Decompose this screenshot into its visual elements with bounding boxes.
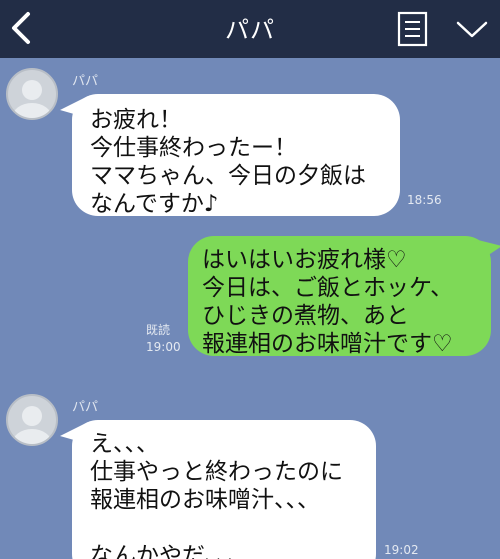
- message-bubble[interactable]: え、、、 仕事やっと終わったのに 報連相のお味噌汁、、、 なんかやだ、、、: [72, 420, 376, 559]
- menu-button[interactable]: [396, 11, 430, 47]
- chevron-down-icon: [456, 21, 488, 38]
- sender-name: パパ: [72, 74, 99, 89]
- message-bubble[interactable]: はいはいお疲れ様♡ 今日は、ご飯とホッケ、 ひじきの煮物、あと 報連相のお味噌汁…: [188, 236, 491, 357]
- avatar[interactable]: [6, 394, 58, 446]
- read-receipt: 既読: [146, 323, 171, 337]
- more-button[interactable]: [452, 14, 492, 44]
- message-time: 18:56: [407, 193, 442, 207]
- chat-header: パパ: [0, 0, 500, 58]
- message-bubble[interactable]: お疲れ！ 今仕事終わったー！ ママちゃん、今日の夕飯は なんですか♪: [72, 94, 400, 217]
- default-user-icon: [12, 406, 52, 444]
- message-time: 19:02: [384, 543, 419, 557]
- list-icon: [397, 11, 428, 47]
- avatar[interactable]: [6, 68, 58, 120]
- message-time: 19:00: [146, 340, 181, 354]
- default-user-icon: [12, 80, 52, 118]
- sender-name: パパ: [72, 400, 99, 415]
